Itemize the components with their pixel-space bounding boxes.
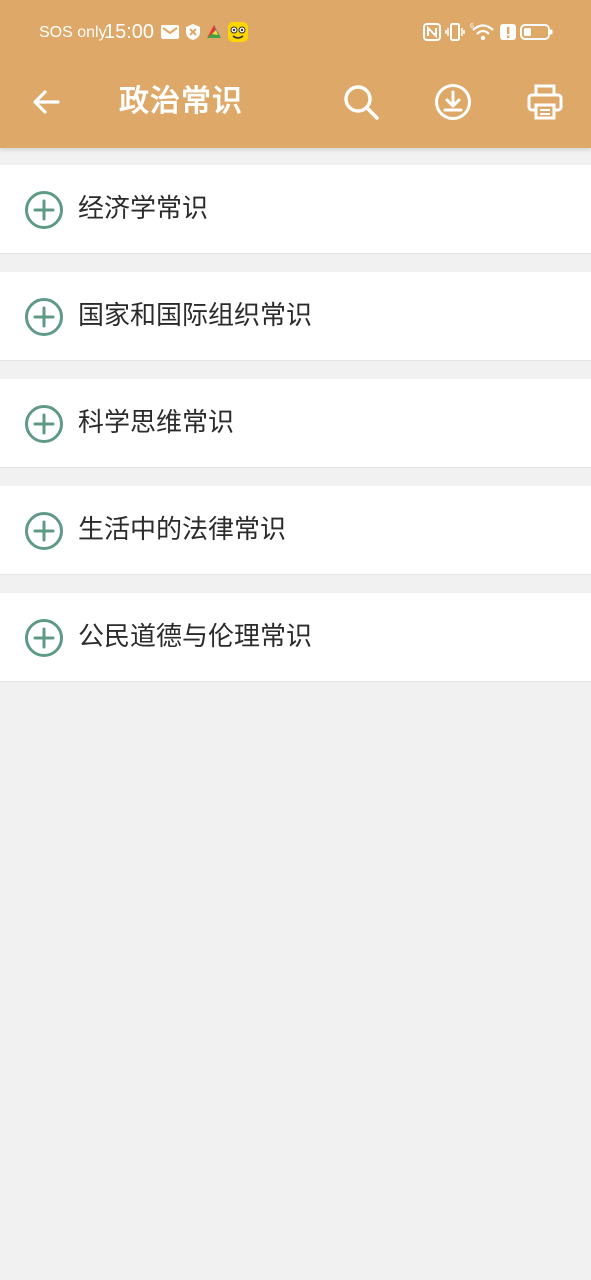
list-item[interactable]: 科学思维常识 <box>0 379 591 468</box>
plus-circle-icon[interactable] <box>24 297 64 337</box>
print-icon[interactable] <box>521 78 569 126</box>
mail-icon <box>160 22 180 42</box>
status-bar: SOS only 15:00 6 <box>0 0 591 66</box>
battery-icon <box>520 22 554 42</box>
list-item-label: 经济学常识 <box>78 194 209 224</box>
plus-circle-icon[interactable] <box>24 618 64 658</box>
plus-circle-icon[interactable] <box>24 404 64 444</box>
carrier-label: SOS only <box>39 24 107 41</box>
colorful-app-icon <box>204 22 224 42</box>
plus-circle-icon[interactable] <box>24 511 64 551</box>
plus-circle-icon[interactable] <box>24 190 64 230</box>
list-item[interactable]: 公民道德与伦理常识 <box>0 593 591 682</box>
shield-icon <box>183 22 203 42</box>
list-item-label: 科学思维常识 <box>78 408 235 438</box>
list-item[interactable]: 国家和国际组织常识 <box>0 272 591 361</box>
nfc-icon <box>422 22 442 42</box>
alert-icon <box>498 22 518 42</box>
app-bar: SOS only 15:00 6 政治常识 <box>0 0 591 148</box>
list-item[interactable]: 经济学常识 <box>0 165 591 254</box>
category-list: 经济学常识 国家和国际组织常识 科学思维常识 生活中的法律常识 公民道德与伦理常… <box>0 165 591 700</box>
wifi-icon: 6 <box>470 22 496 42</box>
list-item-label: 生活中的法律常识 <box>78 515 287 545</box>
download-icon[interactable] <box>429 78 477 126</box>
back-arrow-icon[interactable] <box>22 78 70 126</box>
vibrate-icon <box>445 22 465 42</box>
clock: 15:00 <box>104 21 155 43</box>
wifi-badge: 6 <box>470 23 474 30</box>
toolbar: 政治常识 <box>0 66 591 148</box>
search-icon[interactable] <box>337 78 385 126</box>
list-item[interactable]: 生活中的法律常识 <box>0 486 591 575</box>
list-item-label: 公民道德与伦理常识 <box>78 622 313 652</box>
emoji-app-icon <box>227 21 249 43</box>
page-title: 政治常识 <box>119 84 243 119</box>
list-item-label: 国家和国际组织常识 <box>78 301 313 331</box>
